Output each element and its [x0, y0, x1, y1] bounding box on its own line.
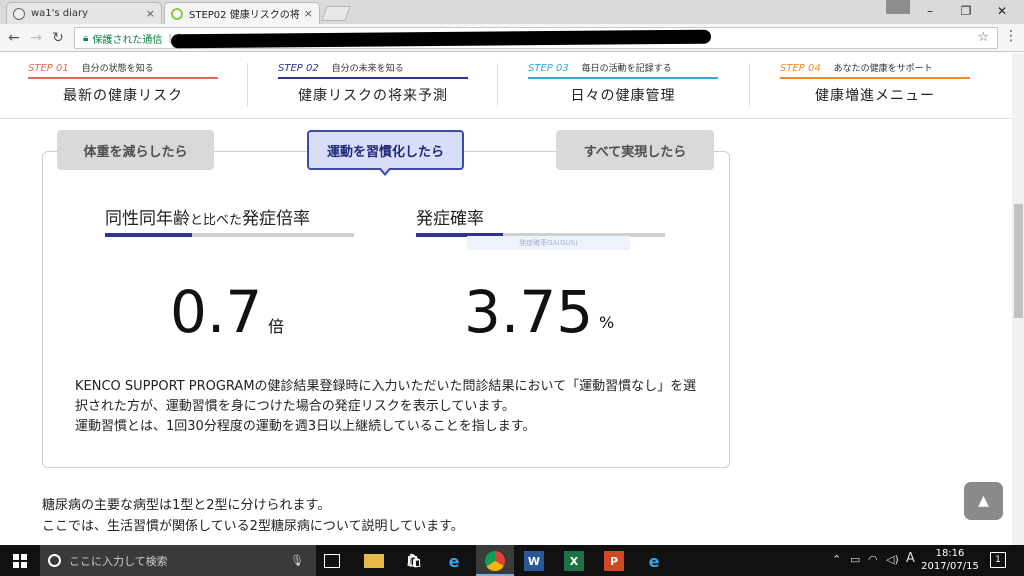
- cortana-icon: [48, 554, 61, 567]
- step-name: 健康増進メニュー: [815, 88, 935, 104]
- selected-pointer-inner: [380, 167, 390, 173]
- ratio-unit: 倍: [268, 317, 285, 336]
- description-line: 運動習慣とは、1回30分程度の運動を週3日以上継続していることを指します。: [75, 419, 536, 434]
- step-label: 自分の未来を知る: [331, 64, 404, 74]
- step-name: 健康リスクの将来予測: [298, 88, 448, 104]
- windows-logo-icon: [13, 553, 27, 568]
- step-header: STEP 04 あなたの健康をサポート: [780, 61, 970, 79]
- bookmark-star-icon[interactable]: ☆: [977, 30, 989, 45]
- step-label: 毎日の活動を記録する: [581, 64, 672, 74]
- step-header: STEP 03 毎日の活動を記録する: [528, 61, 718, 79]
- clock-time: 18:16: [935, 548, 965, 559]
- probability-unit: %: [599, 313, 615, 332]
- minimize-button[interactable]: –: [912, 0, 948, 22]
- excel-icon[interactable]: X: [564, 551, 584, 571]
- scroll-to-top-button[interactable]: ▲: [964, 482, 1003, 520]
- divider: [749, 63, 750, 107]
- description: KENCO SUPPORT PROGRAMの健診結果登録時に入力いただいた問診結…: [75, 377, 707, 437]
- tab-title: STEP02 健康リスクの将来予: [189, 10, 300, 21]
- step-item-03[interactable]: STEP 03 毎日の活動を記録する 日々の健康管理: [528, 61, 718, 105]
- secure-label: 保護された通信: [92, 34, 163, 46]
- ratio-title-b: と比べた: [190, 213, 243, 228]
- ratio-bar: [105, 233, 354, 237]
- step-number: STEP 01: [28, 63, 69, 74]
- page-favicon-icon: [171, 7, 183, 20]
- step-name: 日々の健康管理: [570, 88, 676, 104]
- intro-line: 糖尿病の主要な病型は1型と2型に分けられます。: [42, 498, 331, 513]
- close-icon[interactable]: ×: [304, 7, 313, 20]
- intro-line: ここでは、生活習慣が関係している2型糖尿病について説明しています。: [42, 519, 464, 534]
- step-label: 自分の状態を知る: [81, 64, 154, 74]
- divider: [497, 63, 498, 107]
- volume-icon[interactable]: ◁): [886, 553, 899, 566]
- scenario-tab-all[interactable]: すべて実現したら: [556, 130, 714, 170]
- probability-value: 3.75: [464, 278, 594, 346]
- network-icon[interactable]: ▭: [850, 553, 860, 566]
- store-icon[interactable]: 🛍︎: [404, 551, 424, 571]
- chevron-up-icon[interactable]: ⌃: [832, 553, 841, 566]
- scenario-tab-exercise[interactable]: 運動を習慣化したら: [307, 130, 464, 170]
- step-name: 最新の健康リスク: [63, 88, 183, 104]
- file-explorer-icon[interactable]: [364, 554, 384, 568]
- microphone-icon[interactable]: 🎙︎: [290, 554, 304, 567]
- chrome-icon[interactable]: [485, 551, 505, 571]
- task-view-icon[interactable]: [324, 554, 340, 568]
- notification-icon[interactable]: 1: [990, 552, 1006, 568]
- lock-icon: 🔒︎: [83, 32, 89, 44]
- taskbar-search[interactable]: ここに入力して検索 🎙︎: [40, 545, 316, 576]
- start-button[interactable]: [0, 545, 40, 576]
- ratio-title-a: 同性同年齢: [105, 209, 190, 229]
- browser-tab[interactable]: wa1's diary ×: [6, 2, 162, 24]
- divider: [247, 63, 248, 107]
- close-icon[interactable]: ×: [146, 7, 155, 20]
- close-window-button[interactable]: ✕: [984, 0, 1020, 22]
- step-header: STEP 01 自分の状態を知る: [28, 61, 218, 79]
- word-icon[interactable]: W: [524, 551, 544, 571]
- page-favicon-icon: [13, 7, 25, 20]
- step-header: STEP 02 自分の未来を知る: [278, 61, 468, 79]
- wifi-icon[interactable]: ◠: [868, 553, 878, 566]
- ratio-title-c: 発症倍率: [242, 209, 311, 229]
- browser-toolbar: ← → ↻ 🔒︎ 保護された通信 | ht ☆ ⋮: [0, 24, 1024, 52]
- step-number: STEP 02: [278, 63, 319, 74]
- step-number: STEP 04: [780, 63, 821, 74]
- tab-title: wa1's diary: [31, 8, 89, 19]
- ratio-bar-fill: [105, 233, 193, 237]
- step-item-01[interactable]: STEP 01 自分の状態を知る 最新の健康リスク: [28, 61, 218, 105]
- restore-button[interactable]: ❐: [948, 0, 984, 22]
- ratio-title: 同性同年齢と比べた発症倍率: [105, 204, 310, 229]
- browser-tab-bar: wa1's diary × STEP02 健康リスクの将来予 × – ❐ ✕: [0, 0, 1024, 24]
- faint-label: 発症確率GA(GUS): [467, 236, 630, 250]
- probability-title: 発症確率: [416, 209, 484, 229]
- step-label: あなたの健康をサポート: [833, 64, 933, 74]
- browser-menu-icon[interactable]: ⋮: [1004, 28, 1018, 44]
- address-bar[interactable]: 🔒︎ 保護された通信 | ht ☆: [74, 27, 998, 49]
- diabetes-intro: 糖尿病の主要な病型は1型と2型に分けられます。 ここでは、生活習慣が関係している…: [42, 495, 722, 537]
- edge-icon[interactable]: e: [644, 551, 664, 571]
- profile-icon[interactable]: [886, 0, 910, 14]
- back-button[interactable]: ←: [4, 28, 24, 48]
- step-item-02[interactable]: STEP 02 自分の未来を知る 健康リスクの将来予測: [278, 61, 468, 105]
- description-line: KENCO SUPPORT PROGRAMの健診結果登録時に入力いただいた問診結…: [75, 379, 697, 414]
- reload-button[interactable]: ↻: [48, 28, 68, 48]
- forward-button[interactable]: →: [26, 28, 46, 48]
- browser-tab-active[interactable]: STEP02 健康リスクの将来予 ×: [164, 2, 320, 24]
- scrollbar-thumb[interactable]: [1014, 204, 1023, 318]
- taskbar: ここに入力して検索 🎙︎ 🛍︎ e W X P e ⌃ ▭ ◠ ◁) A 18:…: [0, 545, 1024, 576]
- step-item-04[interactable]: STEP 04 あなたの健康をサポート 健康増進メニュー: [780, 61, 970, 105]
- ime-indicator[interactable]: A: [906, 551, 915, 566]
- search-placeholder: ここに入力して検索: [69, 554, 168, 568]
- internet-explorer-icon[interactable]: e: [444, 551, 464, 571]
- scenario-tab-weight[interactable]: 体重を減らしたら: [57, 130, 214, 170]
- step-number: STEP 03: [528, 63, 569, 74]
- system-clock[interactable]: 18:16 2017/07/15: [918, 547, 982, 573]
- powerpoint-icon[interactable]: P: [604, 551, 624, 571]
- clock-date: 2017/07/15: [921, 561, 979, 572]
- redaction-mark: [170, 29, 712, 49]
- ratio-value: 0.7: [170, 278, 263, 346]
- step-navigation: STEP 01 自分の状態を知る 最新の健康リスク STEP 02 自分の未来を…: [0, 53, 1012, 119]
- new-tab-button[interactable]: [321, 6, 351, 21]
